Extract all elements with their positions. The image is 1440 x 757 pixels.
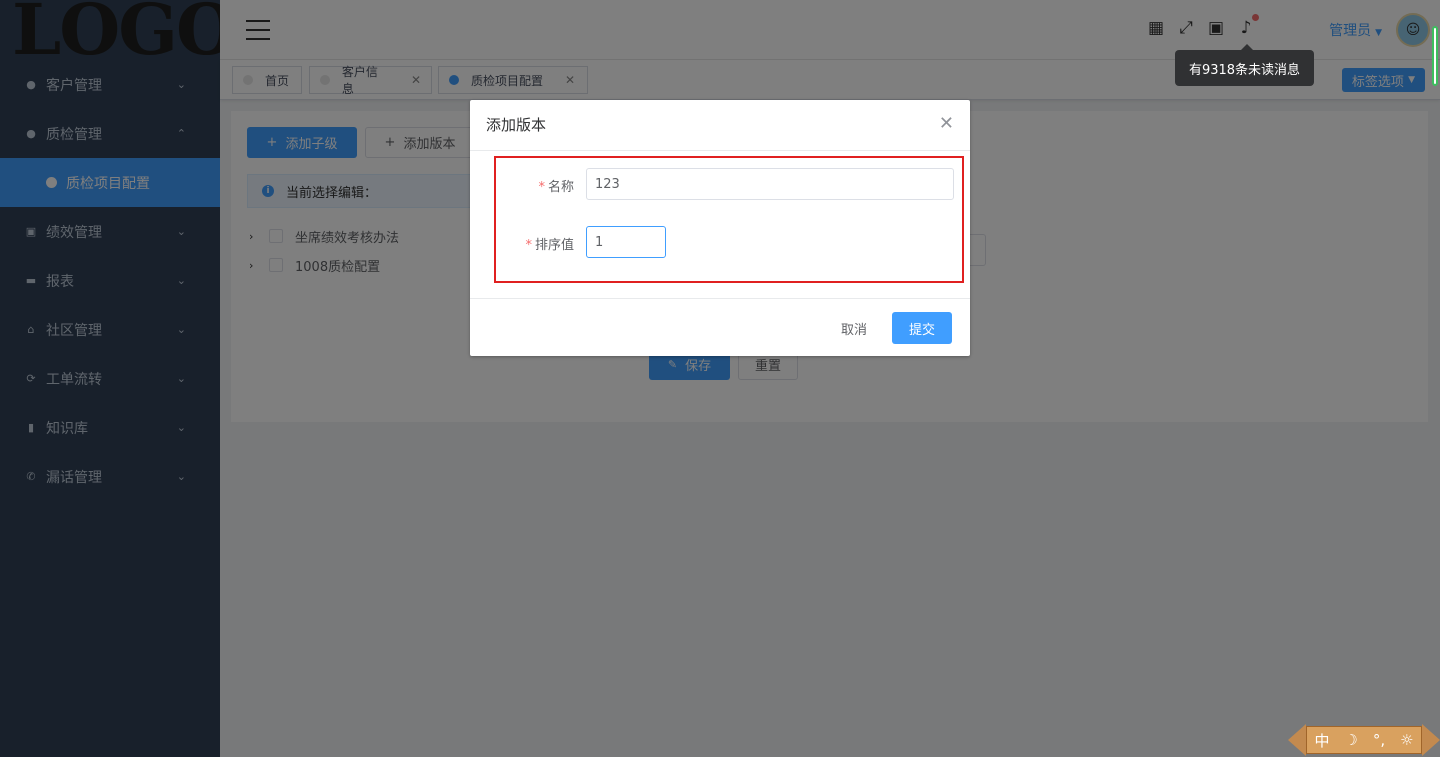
sort-label: * 排序值 <box>525 238 574 253</box>
name-label: * 名称 <box>538 180 574 195</box>
cancel-button[interactable]: 取消 <box>830 313 878 343</box>
close-icon[interactable]: ✕ <box>939 114 954 134</box>
ime-chinese-icon[interactable]: 中 <box>1314 730 1329 751</box>
submit-button[interactable]: 提交 <box>892 312 952 344</box>
dialog-title: 添加版本 <box>486 116 547 134</box>
add-version-dialog: 添加版本 ✕ * 名称 123 * 排序值 1 取消 提交 <box>470 100 970 356</box>
unread-tooltip: 有9318条未读消息 <box>1175 44 1314 86</box>
name-field[interactable]: 123 <box>586 168 954 200</box>
divider <box>470 298 970 299</box>
ime-toolbar: 中 ☽ °, ☼ <box>1288 724 1440 757</box>
punctuation-icon[interactable]: °, <box>1373 731 1385 749</box>
settings-icon[interactable]: ☼ <box>1400 731 1413 749</box>
sort-value-field[interactable]: 1 <box>586 226 666 258</box>
moon-icon[interactable]: ☽ <box>1344 731 1357 749</box>
divider <box>470 150 970 151</box>
scrollbar[interactable] <box>1432 26 1438 86</box>
